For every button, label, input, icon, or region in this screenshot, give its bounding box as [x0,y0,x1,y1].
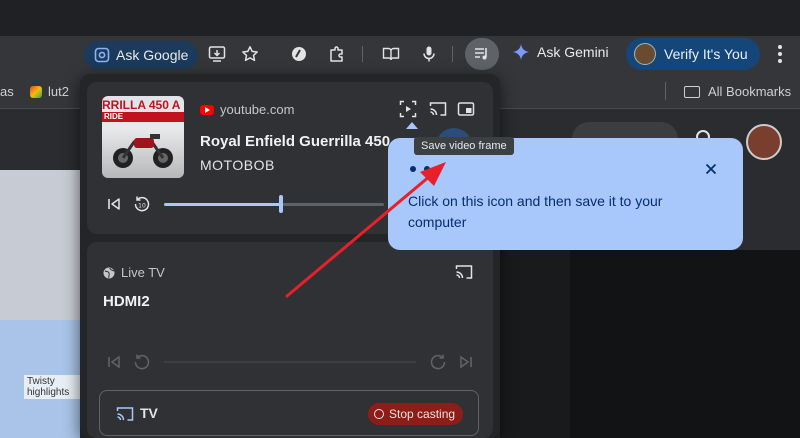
thumbnail-text: RRILLA 450 A [102,98,181,112]
previous-track-icon[interactable] [104,194,124,214]
media-source: youtube.com [200,102,294,117]
forward-10-icon[interactable] [428,352,448,372]
avatar [634,43,656,65]
page-dark-region [500,250,800,438]
extensions-puzzle-icon[interactable] [326,43,348,65]
bookmark-label: as [0,84,14,99]
ask-google-label: Ask Google [116,47,189,63]
page-image-left: Twisty highlights [0,170,80,438]
cast-device-name: HDMI2 [103,293,150,310]
gemini-sparkle-icon [513,44,529,60]
cast-status: Live TV [103,265,165,280]
save-video-frame-icon[interactable] [398,99,418,119]
more-menu-icon[interactable] [778,42,784,66]
all-bookmarks-button[interactable]: All Bookmarks [684,84,791,99]
speedometer-extension-icon[interactable] [288,43,310,65]
youtube-icon [200,104,214,115]
media-artist: MOTOBOB [200,157,275,173]
ask-google-button[interactable]: Ask Google [84,41,199,69]
bookmarks-divider [665,82,666,100]
stop-casting-label: Stop casting [389,407,456,421]
stop-casting-button[interactable]: Stop casting [368,403,464,425]
svg-text:10: 10 [138,203,146,210]
cast-icon[interactable] [428,99,448,119]
video-thumbnail: RRILLA 450 A RIDE [102,96,184,178]
help-bubble-anchor [406,122,418,129]
cast-device-row[interactable]: TV Stop casting [99,390,479,436]
bookmark-favicon-icon [30,85,42,98]
media-progress-fill [164,203,281,206]
toolbar-divider [362,46,363,62]
next-track-icon[interactable] [456,352,476,372]
verify-profile-button[interactable]: Verify It's You [626,38,760,70]
page-user-avatar[interactable] [746,124,782,160]
media-source-label: youtube.com [220,102,295,117]
media-progress-handle[interactable] [278,195,283,213]
motorcycle-image [113,134,173,168]
media-controls-button[interactable] [465,38,499,70]
cast-device-label: TV [140,405,158,421]
all-bookmarks-label: All Bookmarks [708,84,792,99]
bubble-step-dots [410,166,430,172]
replay-10-icon[interactable]: 10 [132,194,152,214]
toolbar-divider [452,46,453,62]
globe-icon [103,267,115,278]
stop-icon [374,409,384,419]
thumbnail-subtext: RIDE [102,112,184,122]
bookmark-item-lut2[interactable]: lut2 [30,84,69,99]
cast-status-label: Live TV [121,265,165,280]
media-queue-icon [475,48,487,60]
replay-10-icon[interactable] [132,352,152,372]
cast-device-icon[interactable] [454,262,474,282]
bookmark-star-icon[interactable] [239,43,261,65]
bookmark-label: lut2 [48,84,69,99]
previous-track-icon[interactable] [104,352,124,372]
folder-icon [684,85,700,98]
save-frame-tooltip: Save video frame [414,137,514,155]
picture-in-picture-icon[interactable] [456,99,476,119]
help-bubble-message: Click on this icon and then save it to y… [408,193,663,230]
cast-progress-track[interactable] [164,361,416,363]
cast-tv-icon [116,407,134,421]
media-title: Royal Enfield Guerrilla 450 [200,133,390,150]
install-app-icon[interactable] [206,43,228,65]
microphone-icon[interactable] [418,43,440,65]
media-progress-track[interactable] [164,203,384,206]
ask-gemini-button[interactable]: Ask Gemini [513,44,609,60]
ask-gemini-label: Ask Gemini [537,44,609,60]
map-label: Twisty highlights [24,375,80,399]
verify-label: Verify It's You [664,46,748,62]
close-icon[interactable] [702,160,720,178]
lens-icon [94,47,110,63]
tab-strip [0,0,800,36]
reading-mode-icon[interactable] [380,43,402,65]
bookmark-item[interactable]: as [0,84,14,99]
